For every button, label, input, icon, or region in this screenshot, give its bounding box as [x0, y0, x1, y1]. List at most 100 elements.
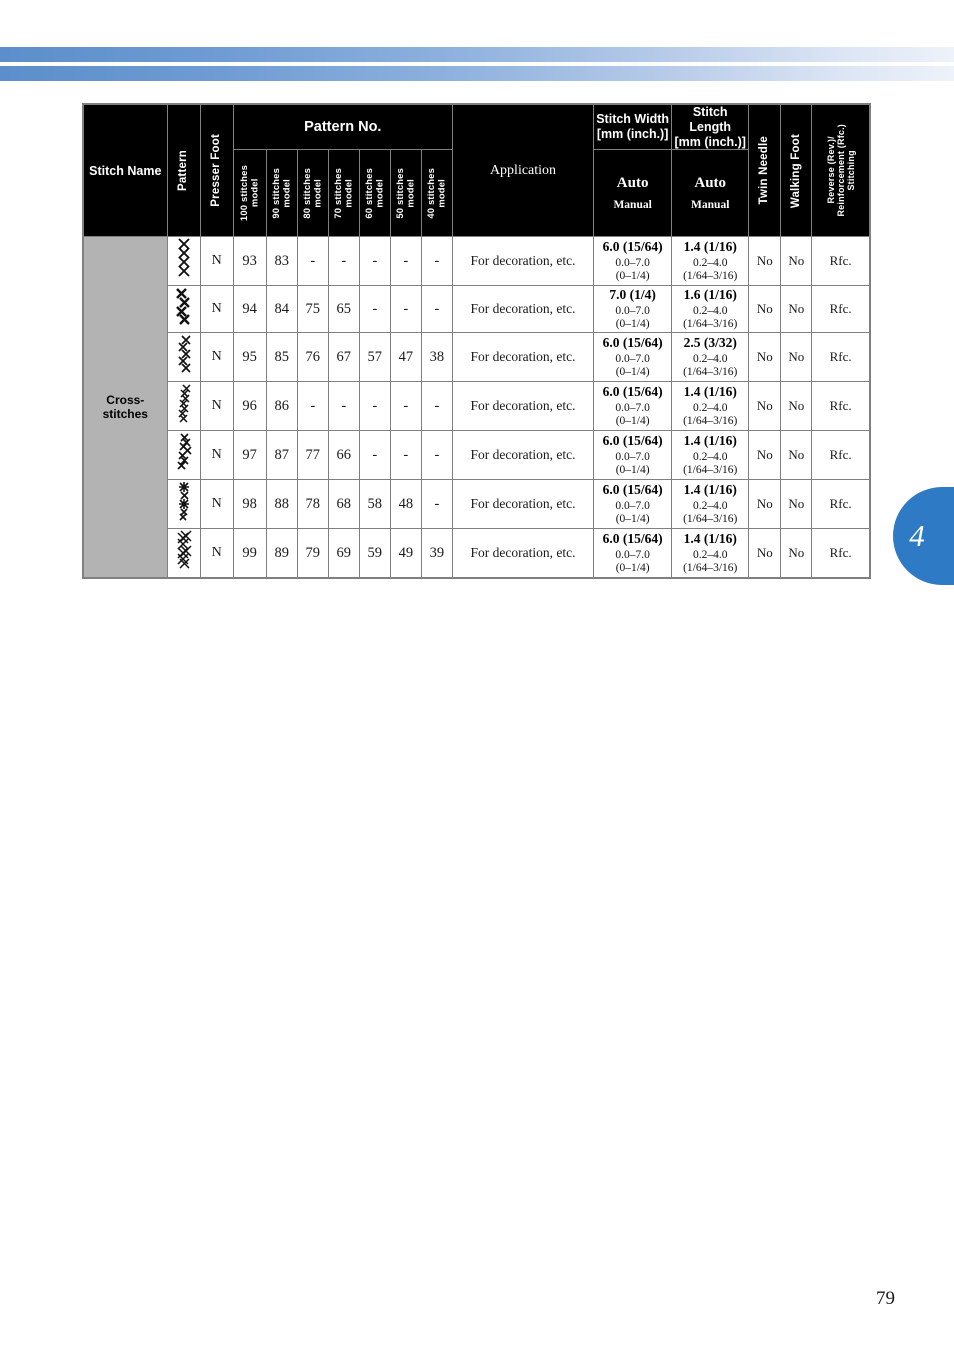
twin-needle-value: No	[748, 479, 782, 530]
model-70-value: 68	[327, 479, 360, 530]
length-range-inch: (1/64–3/16)	[683, 464, 738, 477]
stitch-width-value: 6.0 (15/64) 0.0–7.0 (0–1/4)	[593, 479, 673, 530]
model-40-value: 38	[420, 332, 453, 383]
model-70-value: 65	[327, 285, 360, 334]
length-range-inch: (1/64–3/16)	[683, 318, 738, 331]
pattern-icon-cross-stitch-zigzag-x-large	[166, 285, 201, 334]
reverse-reinforcement-value: Rfc.	[811, 528, 871, 579]
length-range-mm: 0.2–4.0	[692, 548, 728, 561]
model-70-value: 69	[327, 528, 360, 579]
reverse-reinforcement-value: Rfc.	[811, 479, 871, 530]
stitch-length-value: 1.4 (1/16) 0.2–4.0 (1/64–3/16)	[671, 236, 750, 287]
model-90-value: 85	[265, 332, 298, 383]
stitch-length-value: 1.4 (1/16) 0.2–4.0 (1/64–3/16)	[671, 430, 750, 481]
model-70-value: -	[327, 381, 360, 432]
model-60-value: 57	[358, 332, 391, 383]
width-auto: 6.0 (15/64)	[602, 239, 663, 255]
model-50-value: -	[389, 381, 422, 432]
header-application: Application	[451, 103, 595, 238]
pattern-icon-cross-stitch-dense-diagonal	[166, 381, 201, 432]
application-value: For decoration, etc.	[451, 381, 595, 432]
model-50-value: -	[389, 285, 422, 334]
width-range-mm: 0.0–7.0	[615, 256, 650, 269]
width-auto: 7.0 (1/4)	[609, 287, 656, 303]
model-80-value: 76	[296, 332, 329, 383]
banner-bar-upper	[0, 47, 954, 62]
header-reverse-reinforcement: Reverse (Rev.)/Reinforcement (Rfc.) Stitc…	[811, 103, 871, 238]
pattern-icon-cross-stitch-diamond-chain	[166, 236, 201, 287]
model-50-value: -	[389, 236, 422, 287]
presser-foot-value: N	[199, 381, 234, 432]
width-range-inch: (0–1/4)	[615, 464, 650, 477]
chapter-tab-number: 4	[909, 518, 925, 553]
application-value: For decoration, etc.	[451, 332, 595, 383]
model-70-value: 67	[327, 332, 360, 383]
twin-needle-value: No	[748, 332, 782, 383]
application-value: For decoration, etc.	[451, 528, 595, 579]
stitch-table: Stitch Name Pattern Presser Foot Pattern…	[82, 103, 871, 580]
stitch-length-value: 1.4 (1/16) 0.2–4.0 (1/64–3/16)	[671, 479, 750, 530]
header-pattern-no: Pattern No.	[232, 103, 453, 151]
header-twin-needle: Twin Needle	[748, 103, 782, 238]
length-range-inch: (1/64–3/16)	[683, 415, 738, 428]
model-60-value: -	[358, 430, 391, 481]
walking-foot-value: No	[780, 381, 813, 432]
reverse-reinforcement-value: Rfc.	[811, 332, 871, 383]
walking-foot-value: No	[780, 430, 813, 481]
width-auto: 6.0 (15/64)	[602, 335, 663, 351]
stitch-length-value: 2.5 (3/32) 0.2–4.0 (1/64–3/16)	[671, 332, 750, 383]
reverse-reinforcement-value: Rfc.	[811, 430, 871, 481]
width-range-inch: (0–1/4)	[615, 366, 650, 379]
length-range-mm: 0.2–4.0	[692, 401, 728, 414]
header-twin-needle-label: Twin Needle	[758, 136, 771, 205]
stitch-length-value: 1.4 (1/16) 0.2–4.0 (1/64–3/16)	[671, 528, 750, 579]
walking-foot-value: No	[780, 528, 813, 579]
walking-foot-value: No	[780, 332, 813, 383]
table-row: N 94 84 75 65 - - - For decoration, etc.…	[83, 285, 871, 334]
banner-bar-lower	[0, 66, 954, 81]
model-80-value: 79	[296, 528, 329, 579]
model-90-value: 84	[265, 285, 298, 334]
model-40-value: 39	[420, 528, 453, 579]
application-value: For decoration, etc.	[451, 430, 595, 481]
model-40-value: -	[420, 236, 453, 287]
length-range-inch: (1/64–3/16)	[683, 562, 738, 575]
model-80-value: -	[296, 381, 329, 432]
model-50-value: 47	[389, 332, 422, 383]
pattern-icon-cross-stitch-branch	[166, 430, 201, 481]
model-40-value: -	[420, 430, 453, 481]
header-stitch-name: Stitch Name	[82, 103, 168, 238]
walking-foot-value: No	[780, 236, 813, 287]
decorative-top-banner	[0, 47, 954, 81]
application-value: For decoration, etc.	[451, 479, 595, 530]
length-auto: 2.5 (3/32)	[683, 335, 737, 351]
length-range-mm: 0.2–4.0	[692, 450, 728, 463]
table-row: N 99 89 79 69 59 49 39 For decoration, e…	[83, 528, 871, 579]
presser-foot-value: N	[199, 479, 234, 530]
width-range-inch: (0–1/4)	[615, 318, 650, 331]
table-row: N 98 88 78 68 58 48 - For decoration, et…	[83, 479, 871, 530]
length-auto: 1.6 (1/16)	[683, 287, 737, 303]
width-range-mm: 0.0–7.0	[615, 548, 650, 561]
model-60-value: -	[358, 381, 391, 432]
model-80-value: 77	[296, 430, 329, 481]
length-auto: 1.4 (1/16)	[683, 531, 737, 547]
model-80-value: 78	[296, 479, 329, 530]
length-range-inch: (1/64–3/16)	[683, 366, 738, 379]
pattern-icon-cross-stitch-dense-block	[166, 528, 201, 579]
model-80-value: 75	[296, 285, 329, 334]
width-range-inch: (0–1/4)	[615, 270, 650, 283]
model-60-value: -	[358, 285, 391, 334]
twin-needle-value: No	[748, 381, 782, 432]
model-50-value: -	[389, 430, 422, 481]
header-width-auto-manual: Auto Manual	[593, 149, 673, 238]
stitch-group-label: Cross-stitches	[82, 236, 168, 579]
width-auto: 6.0 (15/64)	[602, 482, 663, 498]
model-40-value: -	[420, 285, 453, 334]
model-70-value: -	[327, 236, 360, 287]
header-presser-foot-label: Presser Foot	[210, 134, 223, 207]
header-pattern-label: Pattern	[177, 150, 190, 192]
header-stitch-length: Stitch Length [mm (inch.)]	[671, 103, 750, 151]
width-auto: 6.0 (15/64)	[602, 433, 663, 449]
header-width-manual: Manual	[613, 199, 652, 212]
